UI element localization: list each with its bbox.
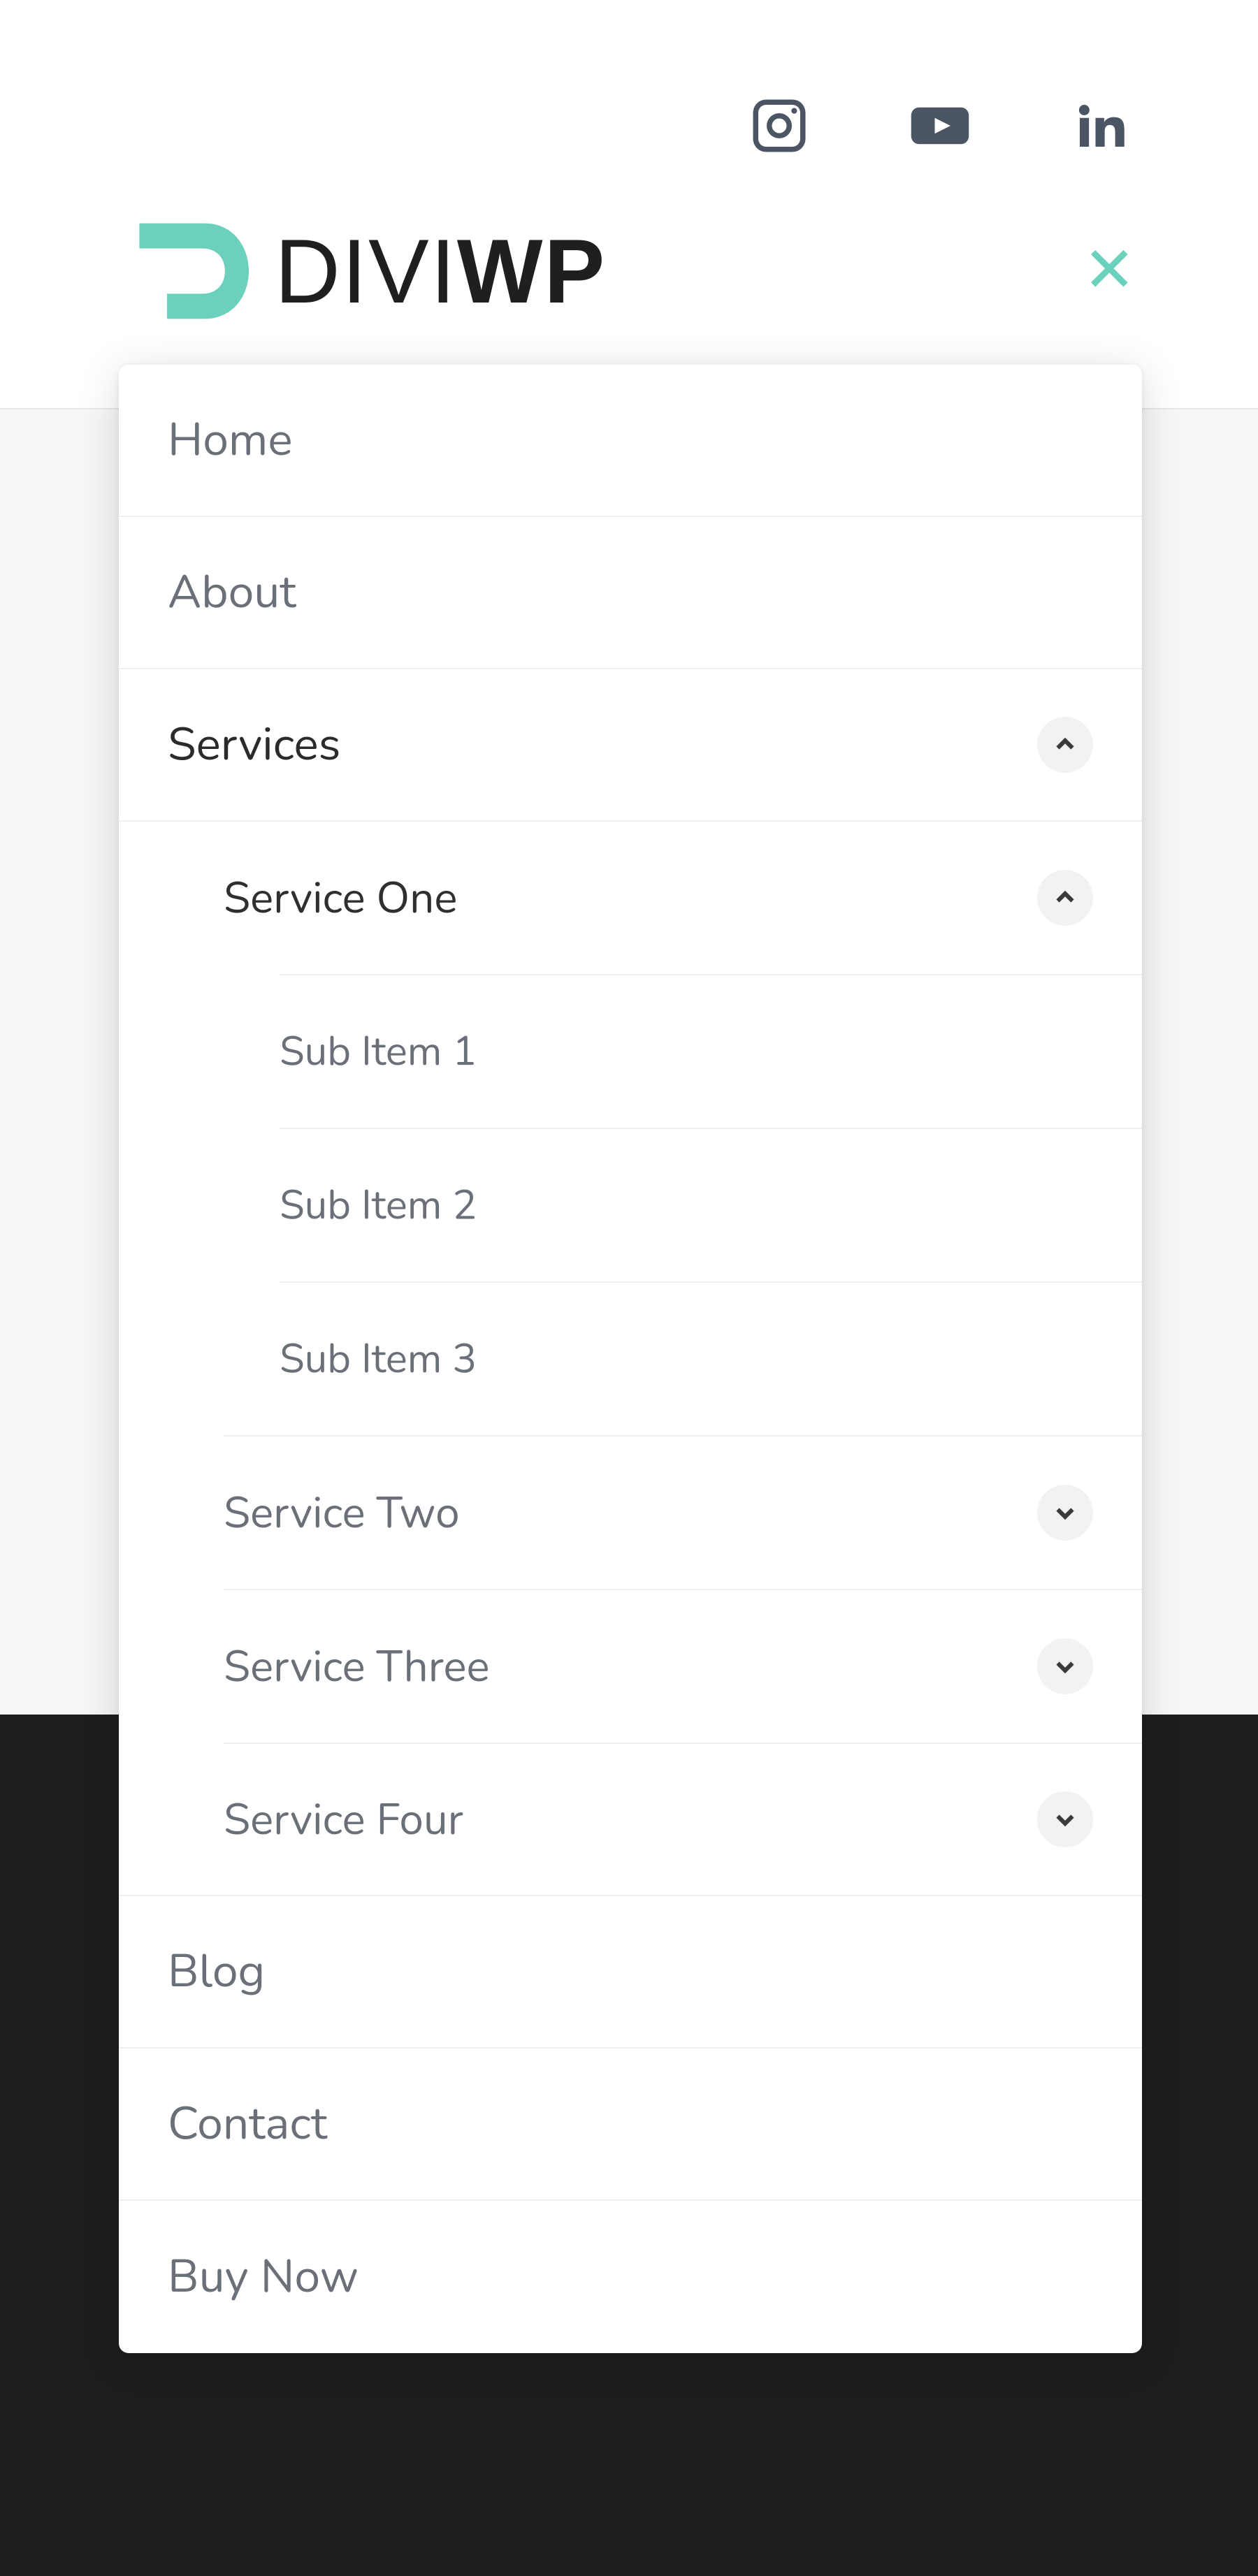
nav-service-two[interactable]: Service Two (119, 1436, 1142, 1589)
instagram-icon[interactable] (748, 94, 811, 161)
nav-label: Services (168, 713, 1037, 776)
nav-label: Home (168, 409, 1093, 472)
nav-label: Blog (168, 1940, 1093, 2003)
nav-service-four[interactable]: Service Four (119, 1744, 1142, 1896)
mobile-menu-panel: Home About Services Service One Sub Item… (119, 365, 1142, 2353)
nav-sub-item-3[interactable]: Sub Item 3 (119, 1283, 1142, 1435)
logo-text: DIVIWP (275, 219, 606, 323)
linkedin-icon[interactable] (1069, 94, 1132, 161)
nav-sub-item-2[interactable]: Sub Item 2 (119, 1129, 1142, 1281)
nav-label: Service Two (224, 1483, 1037, 1543)
nav-contact[interactable]: Contact (119, 2049, 1142, 2201)
chevron-up-icon[interactable] (1037, 870, 1093, 926)
nav-label: About (168, 561, 1093, 624)
services-submenu: Service One Sub Item 1 Sub Item 2 Sub It… (119, 822, 1142, 1896)
nav-label: Service One (224, 868, 1037, 928)
nav-label: Sub Item 2 (280, 1178, 1093, 1233)
nav-services[interactable]: Services (119, 669, 1142, 822)
nav-service-one[interactable]: Service One (119, 822, 1142, 974)
nav-label: Sub Item 1 (280, 1024, 1093, 1079)
nav-label: Sub Item 3 (280, 1332, 1093, 1387)
nav-blog[interactable]: Blog (119, 1896, 1142, 2049)
top-bar (0, 0, 1258, 171)
nav-home[interactable]: Home (119, 365, 1142, 517)
social-links (748, 94, 1132, 161)
site-logo[interactable]: DIVIWP (122, 208, 606, 334)
close-icon[interactable]: ✕ (1083, 240, 1136, 303)
youtube-icon[interactable] (909, 94, 971, 161)
logo-mark-icon (122, 208, 262, 334)
nav-label: Service Three (224, 1637, 1037, 1696)
nav-service-three[interactable]: Service Three (119, 1590, 1142, 1742)
nav-label: Service Four (224, 1790, 1037, 1849)
nav-label: Contact (168, 2093, 1093, 2155)
header-row: DIVIWP ✕ (122, 208, 1136, 334)
chevron-down-icon[interactable] (1037, 1638, 1093, 1694)
chevron-up-icon[interactable] (1037, 717, 1093, 773)
nav-buy-now[interactable]: Buy Now (119, 2201, 1142, 2353)
chevron-down-icon[interactable] (1037, 1485, 1093, 1541)
nav-about[interactable]: About (119, 517, 1142, 669)
chevron-down-icon[interactable] (1037, 1791, 1093, 1847)
nav-sub-item-1[interactable]: Sub Item 1 (119, 975, 1142, 1128)
nav-label: Buy Now (168, 2246, 1093, 2308)
